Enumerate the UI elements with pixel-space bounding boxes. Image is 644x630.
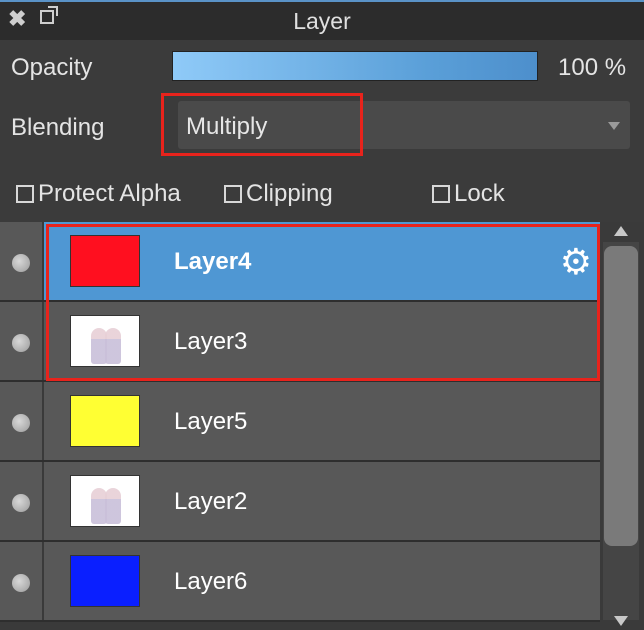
visibility-dot-icon [12,254,30,272]
layer-name: Layer5 [174,408,248,435]
blending-select[interactable]: Multiply [178,101,630,149]
panel-titlebar: ✖ Layer [0,0,644,40]
scroll-thumb[interactable] [604,246,638,546]
visibility-dot-icon [12,414,30,432]
gear-icon[interactable]: ⚙ [560,244,592,280]
opacity-slider[interactable] [172,51,538,81]
panel-title: Layer [293,8,351,34]
layer-thumbnail [70,395,140,447]
visibility-dot-icon [12,334,30,352]
clipping-label: Clipping [246,180,333,207]
checkbox-box [16,185,34,203]
visibility-dot-icon [12,574,30,592]
visibility-dot-icon [12,494,30,512]
blending-label: Blending [11,114,105,141]
layer-list: Layer4 ⚙ Layer3 Layer5 Layer2 Layer6 [0,222,600,630]
layer-name: Layer6 [174,568,248,595]
visibility-toggle[interactable] [0,382,44,460]
blending-select-value: Multiply [186,113,268,140]
protect-alpha-checkbox[interactable]: Protect Alpha [16,180,181,208]
layer-name: Layer2 [174,488,248,515]
layer-row-body[interactable]: Layer3 [44,302,600,380]
lock-label: Lock [454,180,505,207]
layer-row-body[interactable]: Layer6 [44,542,600,620]
layer-name: Layer3 [174,328,248,355]
layer-row[interactable]: Layer3 [0,302,600,382]
visibility-toggle[interactable] [0,222,44,300]
layer-row[interactable]: Layer4 ⚙ [0,222,600,302]
layer-thumbnail [70,555,140,607]
opacity-slider-fill [173,52,537,80]
layer-row-body[interactable]: Layer2 [44,462,600,540]
checkbox-box [224,185,242,203]
opacity-label: Opacity [11,54,93,81]
layer-row[interactable]: Layer6 [0,542,600,622]
opacity-value: 100 % [558,54,627,81]
chevron-down-icon [608,122,620,130]
layer-thumbnail [70,315,140,367]
clipping-checkbox[interactable]: Clipping [224,180,333,208]
layer-thumbnail [70,475,140,527]
checkbox-box [432,185,450,203]
layer-row[interactable]: Layer2 [0,462,600,542]
layer-thumbnail [70,235,140,287]
protect-alpha-label: Protect Alpha [38,180,181,207]
scroll-up-icon[interactable] [614,226,628,236]
layer-row-body[interactable]: Layer5 [44,382,600,460]
lock-checkbox[interactable]: Lock [432,180,505,208]
visibility-toggle[interactable] [0,462,44,540]
layer-row-body[interactable]: Layer4 ⚙ [44,222,600,300]
visibility-toggle[interactable] [0,542,44,620]
layer-list-scrollbar[interactable] [600,222,644,630]
visibility-toggle[interactable] [0,302,44,380]
layer-row[interactable]: Layer5 [0,382,600,462]
thumbnail-figure [105,488,121,524]
thumbnail-figure [105,328,121,364]
layer-name: Layer4 [174,248,252,275]
scroll-down-icon[interactable] [614,616,628,626]
